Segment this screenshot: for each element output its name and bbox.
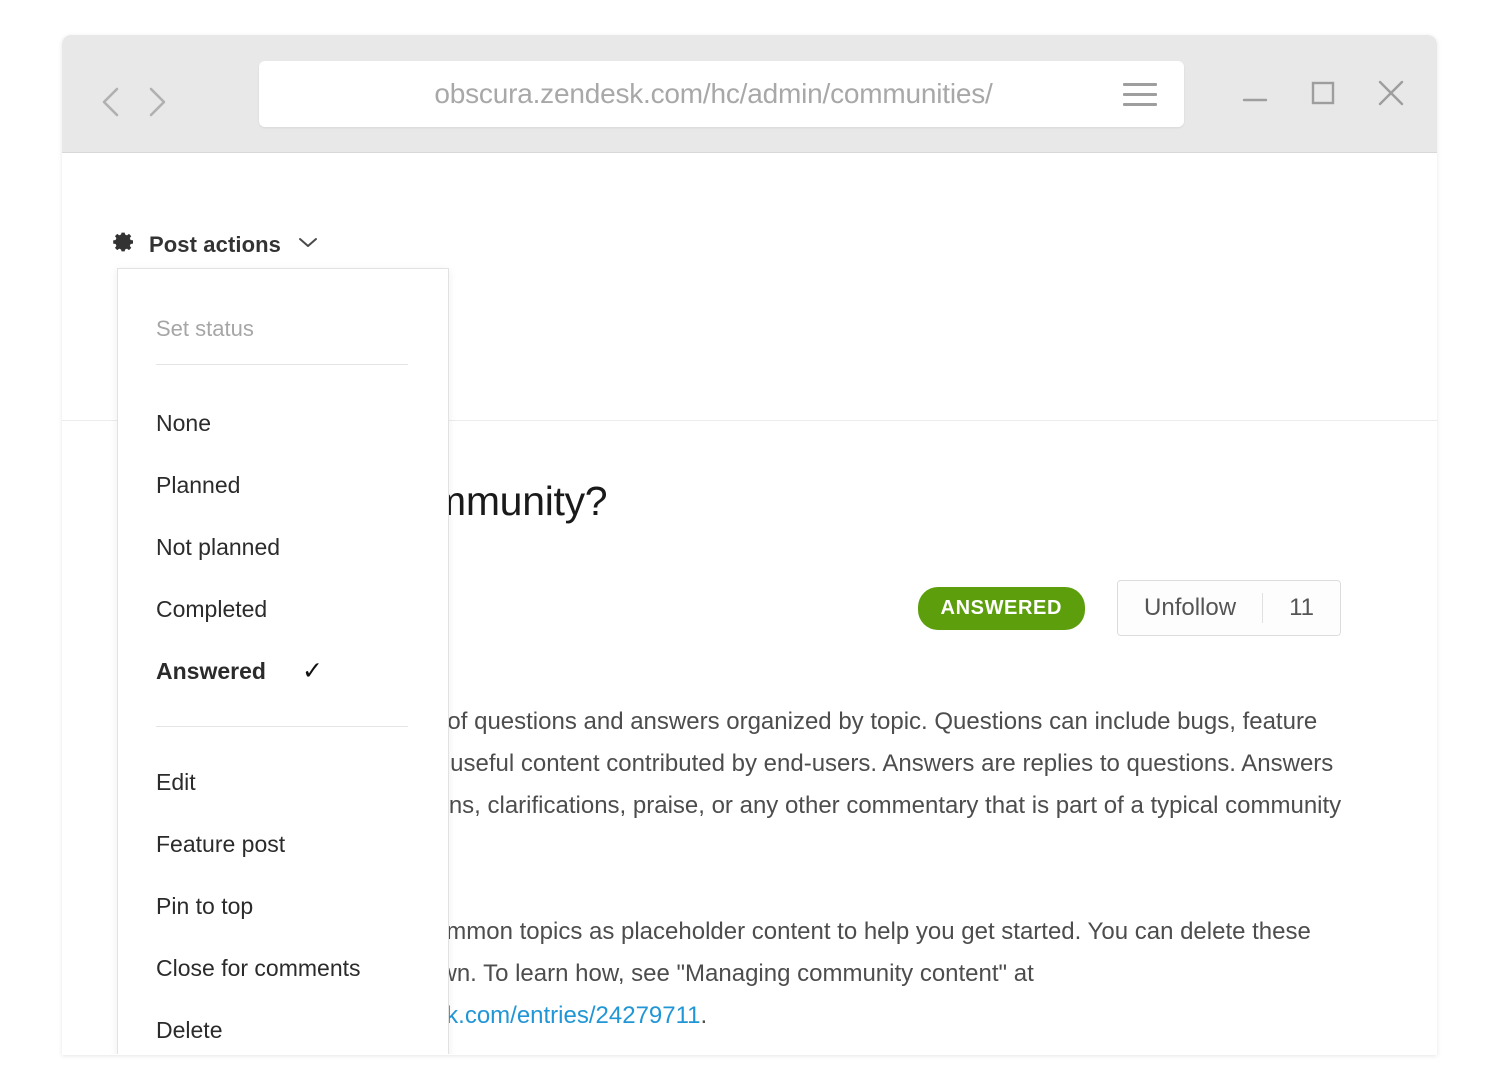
hamburger-line bbox=[1123, 102, 1157, 106]
post-actions-dropdown: Set status None Planned Not planned Complet… bbox=[117, 268, 449, 1054]
status-badge: ANSWERED bbox=[917, 586, 1086, 630]
action-menu-list: Edit Feature post Pin to top Close for comm… bbox=[118, 751, 448, 1054]
forward-icon[interactable] bbox=[140, 85, 174, 119]
action-menu-item-pin-to-top[interactable]: Pin to top bbox=[118, 875, 448, 937]
status-menu-item-planned[interactable]: Planned bbox=[118, 454, 448, 516]
browser-window: obscura.zendesk.com/hc/admin/communities… bbox=[62, 35, 1437, 1055]
status-menu-item-answered[interactable]: Answered ✓ bbox=[118, 640, 448, 702]
window-controls bbox=[1235, 73, 1411, 113]
status-menu-item-label: Not planned bbox=[156, 533, 281, 560]
hamburger-menu-icon[interactable] bbox=[1108, 82, 1172, 106]
hamburger-line bbox=[1123, 82, 1157, 86]
status-menu-item-completed[interactable]: Completed bbox=[118, 578, 448, 640]
follower-count: 11 bbox=[1263, 581, 1340, 635]
action-menu-item-label: Close for comments bbox=[156, 954, 361, 981]
unfollow-button[interactable]: Unfollow bbox=[1118, 581, 1263, 635]
action-menu-item-label: Pin to top bbox=[156, 892, 254, 919]
status-menu-list: None Planned Not planned Completed Answered ✓ bbox=[118, 392, 448, 702]
post-actions-label: Post actions bbox=[149, 231, 282, 257]
checkmark-icon: ✓ bbox=[301, 657, 323, 685]
address-bar[interactable]: obscura.zendesk.com/hc/admin/communities… bbox=[259, 61, 1184, 127]
status-menu-item-none[interactable]: None bbox=[118, 392, 448, 454]
status-menu-item-label: Answered bbox=[156, 657, 266, 684]
maximize-icon[interactable] bbox=[1303, 73, 1343, 113]
action-menu-item-feature-post[interactable]: Feature post bbox=[118, 813, 448, 875]
action-menu-item-label: Delete bbox=[156, 1016, 223, 1043]
minimize-icon[interactable] bbox=[1235, 73, 1275, 113]
action-menu-item-edit[interactable]: Edit bbox=[118, 751, 448, 813]
action-menu-item-close-for-comments[interactable]: Close for comments bbox=[118, 937, 448, 999]
chevron-down-icon bbox=[297, 235, 319, 254]
gear-icon bbox=[112, 230, 136, 259]
action-menu-item-label: Feature post bbox=[156, 830, 286, 857]
browser-titlebar: obscura.zendesk.com/hc/admin/communities… bbox=[62, 35, 1437, 153]
status-menu-item-label: None bbox=[156, 409, 211, 436]
dropdown-divider-top bbox=[156, 364, 408, 365]
post-status-row: ANSWERED Unfollow 11 bbox=[917, 580, 1341, 636]
status-menu-item-label: Planned bbox=[156, 471, 241, 498]
hamburger-line bbox=[1123, 92, 1157, 96]
close-icon[interactable] bbox=[1371, 73, 1411, 113]
follow-control: Unfollow 11 bbox=[1117, 580, 1341, 636]
back-icon[interactable] bbox=[94, 85, 128, 119]
action-menu-item-label: Edit bbox=[156, 768, 196, 795]
navigation-arrows bbox=[94, 85, 174, 119]
page-viewport: What is a community? Community Admin Nov… bbox=[62, 153, 1437, 1054]
post-paragraph-2-post: . bbox=[700, 1002, 708, 1029]
dropdown-divider-middle bbox=[156, 726, 408, 727]
dropdown-section-label: Set status bbox=[156, 316, 254, 341]
action-menu-item-delete[interactable]: Delete bbox=[118, 999, 448, 1054]
post-actions-button[interactable]: Post actions bbox=[112, 230, 319, 259]
status-menu-item-label: Completed bbox=[156, 595, 268, 622]
url-text[interactable]: obscura.zendesk.com/hc/admin/communities… bbox=[259, 78, 1108, 110]
status-menu-item-not-planned[interactable]: Not planned bbox=[118, 516, 448, 578]
